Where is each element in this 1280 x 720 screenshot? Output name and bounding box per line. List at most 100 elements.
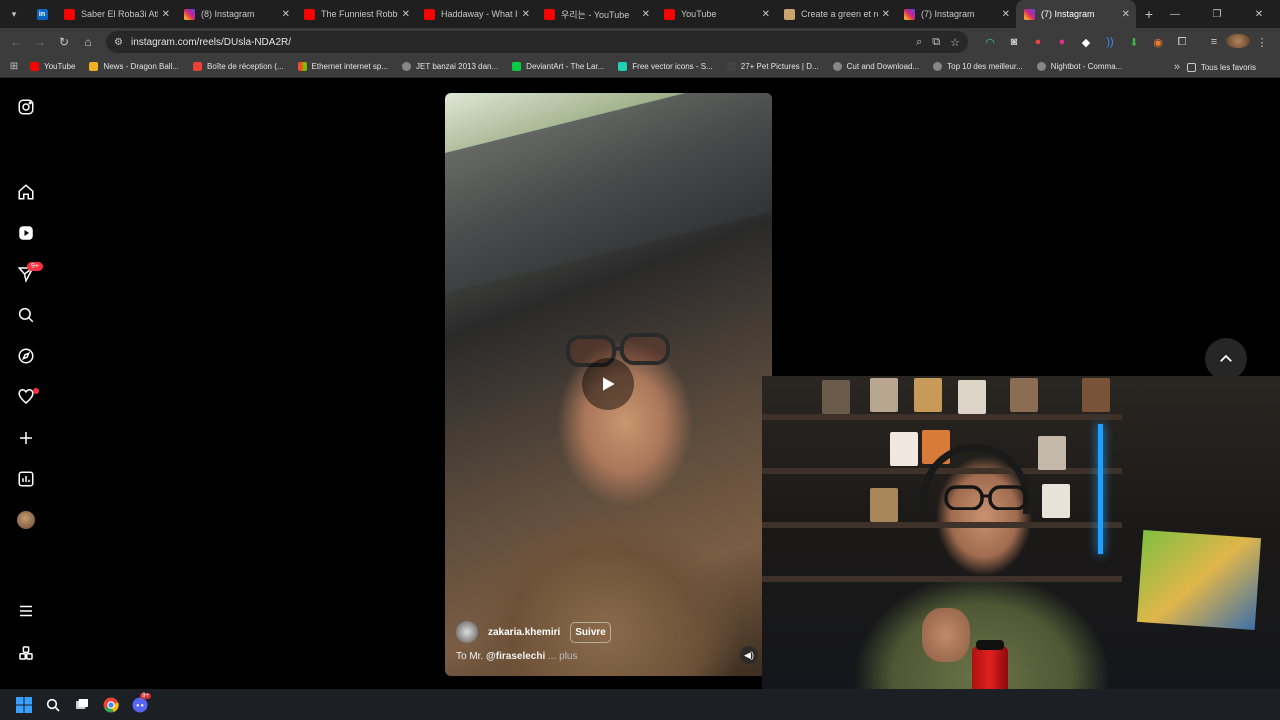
globe-icon [1036, 62, 1046, 71]
explore-icon[interactable] [16, 346, 36, 366]
address-bar[interactable]: ⚙ instagram.com/reels/DUsla-NDA2R/ ⌕ ⧉ ☆ [106, 31, 968, 53]
caption-mention[interactable]: @firaselechi [486, 651, 545, 662]
bookmark-label: Cut and Download... [846, 62, 920, 71]
extension-icon[interactable]: ● [1026, 36, 1050, 48]
play-icon[interactable] [582, 358, 634, 410]
home-icon[interactable]: ⌂ [76, 35, 100, 49]
tab-linkedin[interactable]: in [28, 0, 56, 28]
tab[interactable]: (7) Instagram ✕ [896, 0, 1016, 28]
bookmark-item[interactable]: Cut and Download... [832, 62, 920, 71]
tab[interactable]: Create a green et re ✕ [776, 0, 896, 28]
extension-icon[interactable]: ◠ [978, 36, 1002, 49]
pet-icon [726, 62, 736, 71]
windows-start-icon[interactable] [10, 691, 38, 719]
extension-icon[interactable]: ◆ [1074, 36, 1098, 49]
close-icon[interactable]: ✕ [162, 9, 170, 20]
task-view-icon[interactable] [68, 691, 96, 719]
chrome-icon[interactable] [97, 691, 125, 719]
bookmark-item[interactable]: 27+ Pet Pictures | D... [726, 62, 819, 71]
profile-avatar-icon[interactable] [1226, 33, 1250, 51]
menu-icon[interactable] [16, 601, 36, 621]
profile-avatar[interactable] [17, 511, 35, 529]
close-icon[interactable]: ✕ [642, 9, 650, 20]
bookmark-item[interactable]: Free vector icons - S... [618, 62, 713, 71]
extension-icon[interactable]: ● [1050, 36, 1074, 48]
tab-title: YouTube [681, 9, 717, 19]
close-icon[interactable]: ✕ [1002, 9, 1010, 20]
author-username[interactable]: zakaria.khemiri [488, 627, 560, 638]
search-icon[interactable] [39, 691, 67, 719]
bookmark-item[interactable]: Top 10 des meilleur... [933, 62, 1023, 71]
restore-icon[interactable]: ❐ [1196, 9, 1238, 20]
author-avatar[interactable] [456, 621, 478, 643]
forward-icon[interactable]: → [28, 35, 52, 49]
tab[interactable]: The Funniest Robbe ✕ [296, 0, 416, 28]
bookmark-item[interactable]: YouTube [30, 62, 75, 71]
shelf-figure [870, 378, 898, 412]
bookmark-label: DeviantArt - The Lar... [526, 62, 605, 71]
scroll-up-button[interactable] [1205, 338, 1247, 380]
zoom-icon[interactable]: ⌕ [916, 36, 922, 49]
media-controls-icon[interactable]: ≡ [1202, 36, 1226, 48]
caption-more-link[interactable]: ... plus [548, 651, 577, 662]
tab[interactable]: Saber El Roba3i Athe ✕ [56, 0, 176, 28]
flaticon-icon [618, 62, 628, 71]
dashboard-icon[interactable] [16, 469, 36, 489]
extension-icon[interactable]: )) [1098, 36, 1122, 48]
reload-icon[interactable]: ↻ [52, 35, 76, 49]
tab-title: Create a green et re [801, 9, 878, 19]
instagram-logo-icon[interactable] [16, 97, 36, 117]
tab-title: Haddaway - What Is [441, 9, 518, 19]
all-bookmarks-button[interactable]: Tous les favoris [1186, 56, 1256, 78]
site-info-icon[interactable]: ⚙ [114, 37, 123, 48]
bookmark-item[interactable]: JET banzai 2013 dan... [402, 62, 498, 71]
bookmark-star-icon[interactable]: ☆ [950, 36, 960, 49]
reels-icon[interactable] [16, 223, 36, 243]
home-icon[interactable] [16, 182, 36, 202]
follow-button[interactable]: Suivre [570, 621, 611, 643]
create-plus-icon[interactable] [16, 428, 36, 448]
tab[interactable]: 우리는 - YouTube ✕ [536, 0, 656, 28]
install-app-icon[interactable]: ⧉ [932, 36, 940, 49]
close-icon[interactable]: ✕ [402, 9, 410, 20]
tab-title: (8) Instagram [201, 9, 255, 19]
also-from-meta-icon[interactable] [16, 643, 36, 663]
bookmark-label: News - Dragon Ball... [103, 62, 180, 71]
search-icon[interactable] [16, 305, 36, 325]
all-bookmarks-label: Tous les favoris [1200, 62, 1256, 72]
close-icon[interactable]: ✕ [282, 9, 290, 20]
tab[interactable]: (8) Instagram ✕ [176, 0, 296, 28]
apps-grid-icon[interactable]: ⊞ [0, 61, 28, 72]
tab-search-chevron-icon[interactable]: ▾ [0, 0, 28, 28]
more-bookmarks-icon[interactable]: » [1174, 56, 1180, 78]
reel-video[interactable]: zakaria.khemiri Suivre To Mr. @firaselec… [445, 93, 772, 676]
tab-title: Saber El Roba3i Athe [81, 9, 158, 19]
camera-extension-icon[interactable]: ◙ [1002, 36, 1026, 48]
instagram-icon [184, 8, 195, 20]
instagram-icon [1024, 8, 1035, 20]
volume-icon[interactable]: ◀) [740, 646, 758, 664]
minimize-icon[interactable]: — [1154, 9, 1196, 20]
close-icon[interactable]: ✕ [1122, 9, 1130, 20]
tab[interactable]: Haddaway - What Is ✕ [416, 0, 536, 28]
tab[interactable]: YouTube ✕ [656, 0, 776, 28]
close-icon[interactable]: ✕ [762, 9, 770, 20]
globe-icon [933, 62, 943, 71]
tab-active[interactable]: (7) Instagram ✕ [1016, 0, 1136, 28]
more-menu-icon[interactable]: ⋮ [1250, 36, 1274, 49]
close-window-icon[interactable]: ✕ [1238, 9, 1280, 20]
bookmark-label: Nightbot - Comma... [1050, 62, 1123, 71]
bookmark-item[interactable]: DeviantArt - The Lar... [512, 62, 604, 71]
puzzle-icon[interactable]: ⧠ [1170, 36, 1194, 49]
shelf [762, 414, 1122, 420]
bookmark-item[interactable]: Boîte de réception (... [193, 62, 284, 71]
bookmark-item[interactable]: News - Dragon Ball... [89, 62, 179, 71]
download-extension-icon[interactable]: ⬇ [1122, 36, 1146, 49]
bookmark-item[interactable]: Ethernet internet sp... [297, 62, 388, 71]
close-icon[interactable]: ✕ [522, 9, 530, 20]
extension-icon[interactable]: ◉ [1146, 36, 1170, 49]
close-icon[interactable]: ✕ [882, 9, 890, 20]
bookmark-item[interactable]: Nightbot - Comma... [1036, 62, 1123, 71]
back-icon[interactable]: ← [4, 35, 28, 49]
discord-icon[interactable]: 9+ [126, 691, 154, 719]
